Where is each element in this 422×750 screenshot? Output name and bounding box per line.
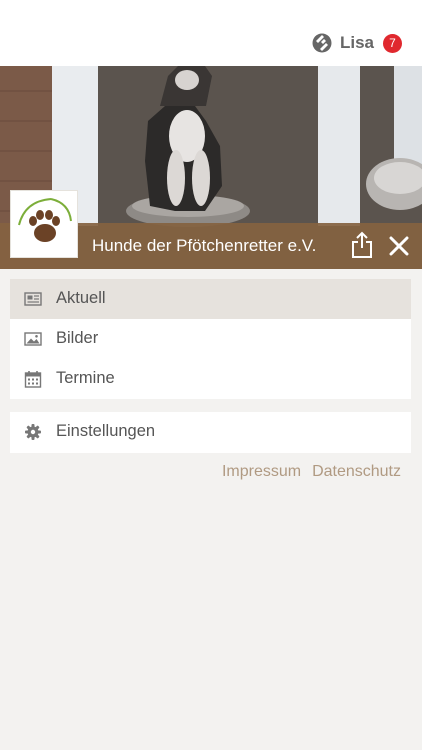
notification-badge[interactable]: 7 bbox=[383, 33, 402, 53]
paw-icon bbox=[18, 198, 72, 242]
impressum-link[interactable]: Impressum bbox=[222, 463, 301, 481]
footer-links: Impressum Datenschutz bbox=[222, 463, 401, 481]
menu-item-label: Bilder bbox=[56, 329, 99, 347]
datenschutz-link[interactable]: Datenschutz bbox=[312, 463, 401, 481]
image-icon bbox=[24, 332, 42, 346]
menu-item-einstellungen[interactable]: Einstellungen bbox=[10, 412, 411, 453]
menu-item-label: Termine bbox=[56, 369, 115, 387]
app-logo-icon bbox=[312, 33, 332, 53]
page-title: Hunde der Pfötchenretter e.V. bbox=[92, 236, 317, 255]
club-logo bbox=[10, 190, 78, 258]
close-icon[interactable] bbox=[388, 235, 410, 257]
main-menu: Aktuell Bilder Termine bbox=[10, 279, 411, 399]
user-name[interactable]: Lisa bbox=[340, 33, 374, 53]
gear-icon bbox=[25, 424, 41, 440]
user-account[interactable]: Lisa 7 bbox=[312, 33, 402, 53]
share-icon[interactable] bbox=[350, 231, 374, 259]
menu-item-termine[interactable]: Termine bbox=[10, 359, 411, 399]
menu-item-bilder[interactable]: Bilder bbox=[10, 319, 411, 359]
calendar-icon bbox=[24, 371, 42, 388]
top-bar: Lisa 7 bbox=[0, 0, 422, 66]
menu-item-label: Aktuell bbox=[56, 289, 106, 307]
menu-item-aktuell[interactable]: Aktuell bbox=[10, 279, 411, 319]
newspaper-icon bbox=[24, 292, 42, 306]
settings-label: Einstellungen bbox=[56, 422, 156, 440]
